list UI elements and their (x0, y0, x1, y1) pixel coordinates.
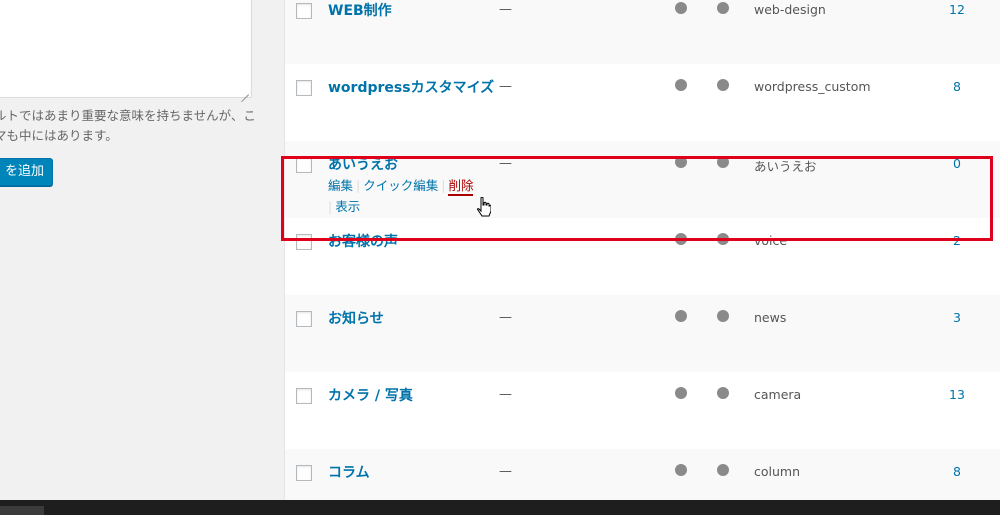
category-description: — (499, 79, 512, 94)
category-description: — (499, 233, 512, 248)
hand-cursor-icon (477, 197, 491, 217)
table-row: コラム — column 8 (285, 449, 1000, 500)
category-slug: column (754, 464, 801, 479)
category-count-link[interactable]: 13 (945, 387, 969, 402)
category-count-link[interactable]: 3 (945, 310, 969, 325)
delete-link[interactable]: 削除 (448, 178, 474, 196)
category-table: WEB制作 — web-design 12 wordpressカスタマイズ — … (284, 0, 1000, 500)
status-dot-icon (675, 156, 687, 168)
taskbar (0, 500, 1000, 515)
table-row-hovered: あいうえお 編集 | クイック編集 | 削除 | 表示 — あいうえお 0 (285, 141, 1000, 218)
status-dot-icon (717, 2, 729, 14)
action-separator: | (441, 178, 446, 193)
view-link[interactable]: 表示 (335, 199, 360, 214)
action-separator: | (328, 199, 333, 214)
category-name-link[interactable]: コラム (328, 462, 370, 482)
category-description: — (499, 387, 512, 402)
edit-link[interactable]: 編集 (328, 178, 353, 193)
status-dot-icon (717, 387, 729, 399)
status-dot-icon (717, 156, 729, 168)
row-checkbox[interactable] (296, 311, 312, 327)
category-slug: web-design (754, 2, 826, 17)
category-slug: news (754, 310, 787, 325)
category-count-link[interactable]: 8 (945, 464, 969, 479)
category-count-link[interactable]: 0 (945, 156, 969, 171)
category-slug: あいうえお (754, 159, 817, 174)
row-checkbox[interactable] (296, 3, 312, 19)
add-category-form: ルトではあまり重要な意味を持ちませんが、こ マも中にはあります。 を追加 (0, 0, 284, 500)
category-slug: voice (754, 233, 788, 248)
table-row: お知らせ — news 3 (285, 295, 1000, 372)
status-dot-icon (717, 79, 729, 91)
status-dot-icon (675, 233, 687, 245)
status-dot-icon (675, 79, 687, 91)
add-category-button[interactable]: を追加 (0, 158, 54, 186)
row-checkbox[interactable] (296, 157, 312, 173)
category-count-link[interactable]: 8 (945, 79, 969, 94)
table-row: お客様の声 — voice 2 (285, 218, 1000, 295)
status-dot-icon (675, 464, 687, 476)
row-actions: 編集 | クイック編集 | 削除 | 表示 (328, 175, 474, 217)
row-checkbox[interactable] (296, 234, 312, 250)
status-dot-icon (717, 464, 729, 476)
status-dot-icon (675, 387, 687, 399)
table-row: wordpressカスタマイズ — wordpress_custom 8 (285, 64, 1000, 141)
table-row: WEB制作 — web-design 12 (285, 0, 1000, 64)
category-slug: camera (754, 387, 802, 402)
action-separator: | (356, 178, 361, 193)
row-checkbox[interactable] (296, 388, 312, 404)
category-name-link[interactable]: あいうえお (328, 154, 398, 174)
category-description: — (499, 2, 512, 17)
table-row: カメラ / 写真 — camera 13 (285, 372, 1000, 449)
category-name-link[interactable]: WEB制作 (328, 0, 392, 20)
category-count-link[interactable]: 2 (945, 233, 969, 248)
description-help-line-1: ルトではあまり重要な意味を持ちませんが、こ (0, 108, 256, 123)
category-count-link[interactable]: 12 (945, 2, 969, 17)
category-description: — (499, 156, 512, 171)
resize-grip-icon[interactable] (241, 87, 249, 95)
description-help-line-2: マも中にはあります。 (0, 128, 118, 143)
status-dot-icon (675, 2, 687, 14)
row-checkbox[interactable] (296, 80, 312, 96)
category-name-link[interactable]: wordpressカスタマイズ (328, 77, 494, 97)
row-checkbox[interactable] (296, 465, 312, 481)
category-description: — (499, 464, 512, 479)
quick-edit-link[interactable]: クイック編集 (363, 178, 438, 193)
taskbar-button[interactable] (0, 506, 44, 515)
category-name-link[interactable]: お知らせ (328, 308, 384, 328)
description-textarea[interactable] (0, 0, 252, 98)
category-name-link[interactable]: カメラ / 写真 (328, 385, 413, 405)
category-name-link[interactable]: お客様の声 (328, 231, 398, 251)
status-dot-icon (717, 310, 729, 322)
category-slug: wordpress_custom (754, 79, 871, 94)
description-help-text: ルトではあまり重要な意味を持ちませんが、こ マも中にはあります。 (0, 106, 276, 146)
status-dot-icon (717, 233, 729, 245)
category-description: — (499, 310, 512, 325)
status-dot-icon (675, 310, 687, 322)
